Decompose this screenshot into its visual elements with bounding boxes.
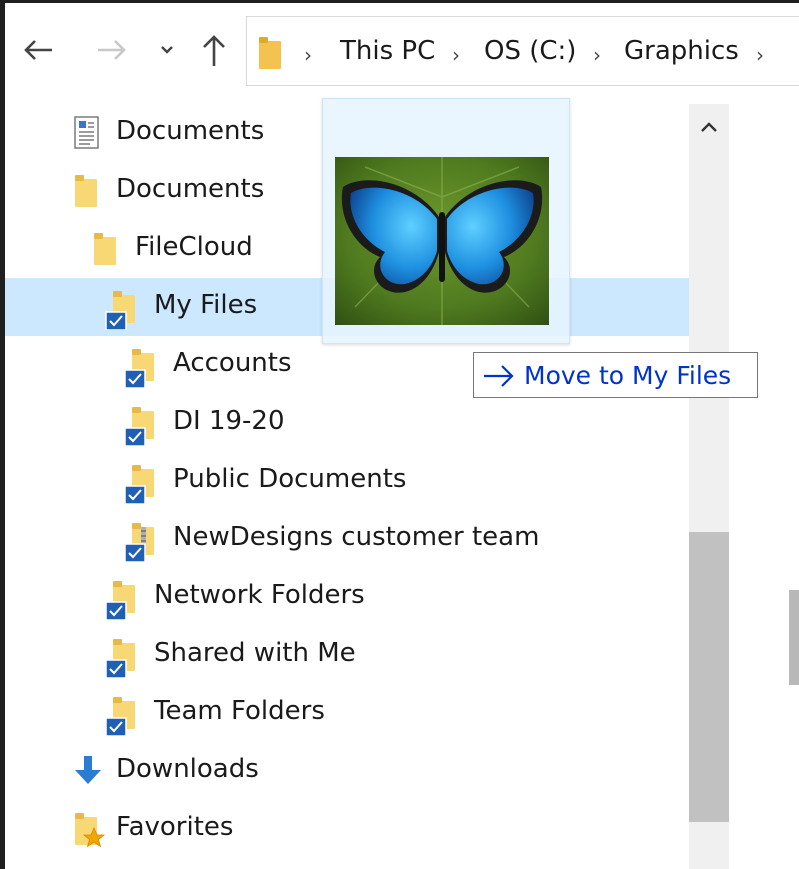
move-arrow-icon <box>484 365 514 387</box>
document-icon <box>74 116 99 149</box>
tree-item-label: Favorites <box>116 812 234 842</box>
tree-item-downloads[interactable]: Downloads <box>5 742 689 800</box>
tree-item-shared-with-me[interactable]: Shared with Me <box>5 626 689 684</box>
tree-item-label: My Files <box>154 290 258 320</box>
breadcrumb-os-drive[interactable]: OS (C:) <box>484 36 576 66</box>
folder-sync-icon <box>105 291 135 330</box>
tree-item-label: NewDesigns customer team <box>173 522 540 552</box>
tree-item-label: Accounts <box>173 348 292 378</box>
favorites-folder-icon <box>75 813 106 848</box>
scrollbar-thumb[interactable] <box>689 532 729 822</box>
tree-item-label: Downloads <box>116 754 259 784</box>
breadcrumb-separator[interactable]: › <box>756 43 764 67</box>
tree-item-label: Documents <box>116 174 265 204</box>
file-thumbnail-partial[interactable] <box>789 590 799 685</box>
back-arrow-icon <box>24 40 52 60</box>
folder-sync-icon <box>105 697 135 736</box>
tree-item-label: Network Folders <box>154 580 365 610</box>
tree-item-label: Documents <box>116 116 265 146</box>
tree-item-label: FileCloud <box>135 232 253 262</box>
recent-locations-button[interactable] <box>154 28 180 72</box>
window-frame-top <box>0 0 799 3</box>
folder-icon <box>75 175 97 207</box>
forward-arrow-icon <box>98 40 126 60</box>
folder-icon <box>259 37 281 69</box>
tree-item-newdesigns-customer-team[interactable]: NewDesigns customer team <box>5 510 689 568</box>
butterfly-image <box>335 157 549 325</box>
zip-folder-sync-icon <box>124 523 154 562</box>
drag-tooltip-text: Move to My Files <box>524 361 732 390</box>
up-arrow-icon <box>203 35 225 66</box>
address-bar[interactable]: › This PC › OS (C:) › Graphics › <box>246 16 799 86</box>
chevron-down-icon <box>161 46 173 54</box>
tree-item-label: Shared with Me <box>154 638 356 668</box>
tree-item-label: Team Folders <box>154 696 325 726</box>
breadcrumb-separator[interactable]: › <box>593 43 601 67</box>
folder-sync-icon <box>105 581 135 620</box>
folder-sync-icon <box>124 465 154 504</box>
tree-item-team-folders[interactable]: Team Folders <box>5 684 689 742</box>
folder-icon <box>94 233 116 265</box>
up-button[interactable] <box>196 28 232 72</box>
tree-item-public-documents[interactable]: Public Documents <box>5 452 689 510</box>
tree-item-di-19-20[interactable]: DI 19-20 <box>5 394 689 452</box>
breadcrumb-graphics[interactable]: Graphics <box>624 36 739 66</box>
chevron-up-icon <box>701 122 717 132</box>
folder-sync-icon <box>105 639 135 678</box>
tree-item-network-folders[interactable]: Network Folders <box>5 568 689 626</box>
forward-button[interactable] <box>92 28 132 72</box>
breadcrumb-this-pc[interactable]: This PC <box>340 36 435 66</box>
drag-tooltip: Move to My Files <box>473 352 758 398</box>
breadcrumb-separator[interactable]: › <box>304 43 312 67</box>
back-button[interactable] <box>18 28 58 72</box>
download-icon <box>75 756 101 784</box>
folder-sync-icon <box>124 349 154 388</box>
tree-item-label: Public Documents <box>173 464 407 494</box>
folder-sync-icon <box>124 407 154 446</box>
breadcrumb-separator[interactable]: › <box>452 43 460 67</box>
tree-item-favorites[interactable]: Favorites <box>5 800 689 858</box>
scroll-up-button[interactable] <box>689 104 729 150</box>
tree-item-label: DI 19-20 <box>173 406 285 436</box>
drag-preview <box>322 98 570 344</box>
